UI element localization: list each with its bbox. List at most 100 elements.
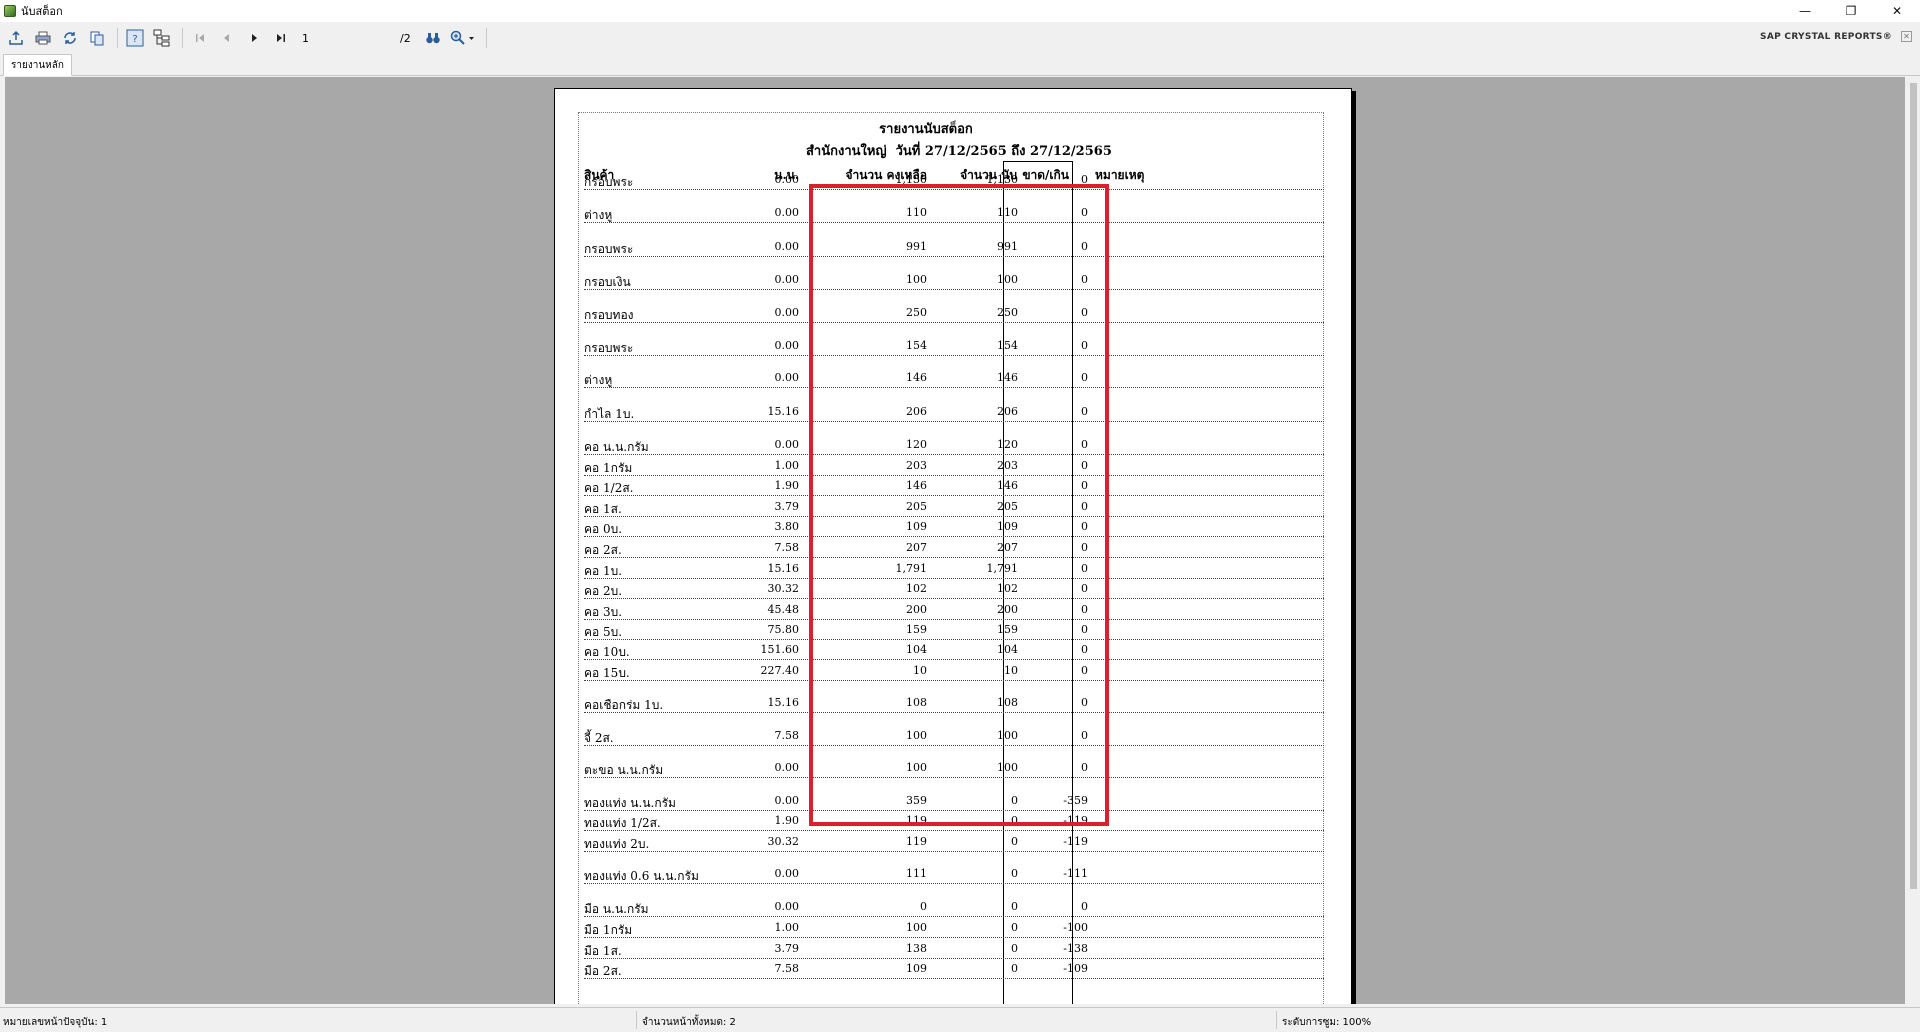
row-diff: 0 xyxy=(1081,206,1088,219)
row-weight: 15.16 xyxy=(767,562,800,575)
row-separator xyxy=(584,745,1324,746)
zoom-icon[interactable] xyxy=(448,27,478,49)
row-diff: -100 xyxy=(1063,921,1088,934)
row-remaining: 159 xyxy=(906,623,927,636)
row-remaining: 138 xyxy=(906,942,927,955)
row-counted: 0 xyxy=(1011,942,1018,955)
app-icon xyxy=(4,5,16,17)
row-separator xyxy=(584,495,1324,496)
row-separator xyxy=(584,777,1324,778)
row-remaining: 0 xyxy=(920,900,927,913)
row-counted: 0 xyxy=(1011,921,1018,934)
previous-page-icon[interactable] xyxy=(215,27,239,49)
row-weight: 75.80 xyxy=(767,623,800,636)
next-page-icon[interactable] xyxy=(242,27,266,49)
row-remaining: 104 xyxy=(906,643,927,656)
row-diff: 0 xyxy=(1081,438,1088,451)
first-page-icon[interactable] xyxy=(188,27,212,49)
row-remaining: 120 xyxy=(906,438,927,451)
row-weight: 0.00 xyxy=(774,339,800,352)
vertical-scrollbar[interactable] xyxy=(1907,77,1920,1004)
row-diff: 0 xyxy=(1081,696,1088,709)
row-weight: 3.80 xyxy=(774,520,800,533)
row-counted: 100 xyxy=(997,273,1018,286)
row-separator xyxy=(584,958,1324,959)
row-separator xyxy=(584,536,1324,537)
print-icon[interactable] xyxy=(31,27,55,49)
row-diff: 0 xyxy=(1081,479,1088,492)
status-total-pages: จำนวนหน้าทั้งหมด: 2 xyxy=(642,1017,736,1028)
row-separator xyxy=(584,598,1324,599)
row-remaining: 108 xyxy=(906,696,927,709)
row-remaining: 110 xyxy=(906,206,927,219)
restore-button[interactable]: ❐ xyxy=(1828,0,1874,22)
row-remaining: 991 xyxy=(906,240,927,253)
export-icon[interactable] xyxy=(4,27,28,49)
row-weight: 15.16 xyxy=(767,405,800,418)
row-weight: 0.00 xyxy=(774,273,800,286)
group-tree-icon[interactable] xyxy=(150,27,174,49)
close-icon[interactable]: ✕ xyxy=(1901,31,1912,42)
row-counted: 10 xyxy=(1004,664,1018,677)
row-remaining: 359 xyxy=(906,794,927,807)
row-separator xyxy=(584,639,1324,640)
row-diff: 0 xyxy=(1081,643,1088,656)
row-remaining: 111 xyxy=(906,867,927,880)
row-counted: 1,130 xyxy=(986,173,1019,186)
row-remaining: 154 xyxy=(906,339,927,352)
row-counted: 0 xyxy=(1011,900,1018,913)
row-diff: -119 xyxy=(1063,835,1088,848)
row-separator xyxy=(584,421,1324,422)
row-counted: 991 xyxy=(997,240,1018,253)
row-diff: 0 xyxy=(1081,520,1088,533)
row-remaining: 1,130 xyxy=(895,173,928,186)
row-counted: 1,791 xyxy=(986,562,1019,575)
row-separator xyxy=(584,916,1324,917)
sap-crystal-reports-brand: SAP CRYSTAL REPORTS® xyxy=(1760,32,1892,42)
row-counted: 120 xyxy=(997,438,1018,451)
page-number-input[interactable] xyxy=(300,29,400,47)
row-diff: 0 xyxy=(1081,541,1088,554)
copy-icon[interactable] xyxy=(85,27,109,49)
report-tab-strip: รายงานหลัก xyxy=(0,54,1920,76)
row-counted: 203 xyxy=(997,459,1018,472)
row-remaining: 200 xyxy=(906,603,927,616)
row-weight: 0.00 xyxy=(774,240,800,253)
close-button[interactable]: ✕ xyxy=(1874,0,1920,22)
total-pages-label: /2 xyxy=(400,31,411,45)
svg-text:?: ? xyxy=(132,34,137,45)
row-remaining: 10 xyxy=(913,664,927,677)
find-icon[interactable] xyxy=(421,27,445,49)
minimize-button[interactable]: — xyxy=(1782,0,1828,22)
row-remaining: 109 xyxy=(906,520,927,533)
status-current-page: หมายเลขหน้าปัจจุบัน: 1 xyxy=(3,1017,108,1028)
row-separator xyxy=(584,322,1324,323)
help-icon[interactable]: ? xyxy=(123,27,147,49)
scrollbar-thumb[interactable] xyxy=(1910,83,1917,889)
row-diff: -111 xyxy=(1063,867,1088,880)
report-viewer-area[interactable]: รายงานนับสต็อก สำนักงานใหญ่ วันที่ 27/12… xyxy=(5,77,1905,1004)
row-separator xyxy=(584,619,1324,620)
row-weight: 7.58 xyxy=(774,962,800,975)
row-separator xyxy=(584,810,1324,811)
row-remaining: 119 xyxy=(906,835,927,848)
row-weight: 0.00 xyxy=(774,306,800,319)
row-weight: 1.90 xyxy=(774,814,800,827)
refresh-icon[interactable] xyxy=(58,27,82,49)
header-note: หมายเหตุ xyxy=(1095,168,1145,182)
row-separator xyxy=(584,256,1324,257)
row-weight: 0.00 xyxy=(774,761,800,774)
row-diff: 0 xyxy=(1081,500,1088,513)
row-separator xyxy=(584,475,1324,476)
row-separator xyxy=(584,454,1324,455)
row-separator xyxy=(584,830,1324,831)
row-weight: 1.00 xyxy=(774,459,800,472)
row-counted: 100 xyxy=(997,729,1018,742)
row-weight: 30.32 xyxy=(767,835,800,848)
row-remaining: 102 xyxy=(906,582,927,595)
last-page-icon[interactable] xyxy=(269,27,293,49)
tab-main-report[interactable]: รายงานหลัก xyxy=(3,54,72,76)
row-weight: 0.00 xyxy=(774,173,800,186)
row-separator xyxy=(584,516,1324,517)
row-counted: 0 xyxy=(1011,794,1018,807)
